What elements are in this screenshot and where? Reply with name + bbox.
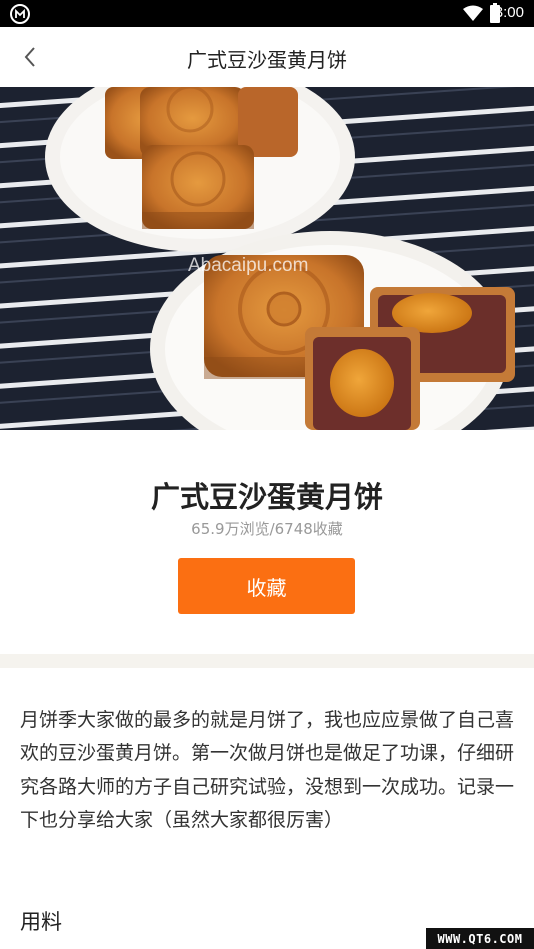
clock-time: 3:00: [494, 4, 524, 21]
recipe-stats: 65.9万浏览/6748收藏: [191, 520, 343, 538]
photo-watermark: Abacaipu.com: [188, 255, 309, 276]
collect-button[interactable]: 收藏: [178, 558, 355, 614]
recipe-info: 广式豆沙蛋黄月饼 65.9万浏览/6748收藏 收藏: [0, 430, 534, 654]
app-badge-icon: [10, 4, 30, 24]
recipe-description: 月饼季大家做的最多的就是月饼了，我也应应景做了自己喜欢的豆沙蛋黄月饼。第一次做月…: [20, 709, 515, 832]
wifi-icon: [463, 5, 483, 25]
ingredients-heading: 用料: [20, 910, 62, 934]
nav-bar: 广式豆沙蛋黄月饼: [0, 27, 534, 87]
site-watermark: WWW.QT6.COM: [426, 928, 534, 949]
recipe-hero-image: Abacaipu.com: [0, 87, 534, 430]
section-divider: [0, 654, 534, 668]
page-title: 广式豆沙蛋黄月饼: [187, 48, 347, 72]
status-bar: 3:00: [0, 0, 534, 27]
recipe-title: 广式豆沙蛋黄月饼: [150, 480, 383, 514]
